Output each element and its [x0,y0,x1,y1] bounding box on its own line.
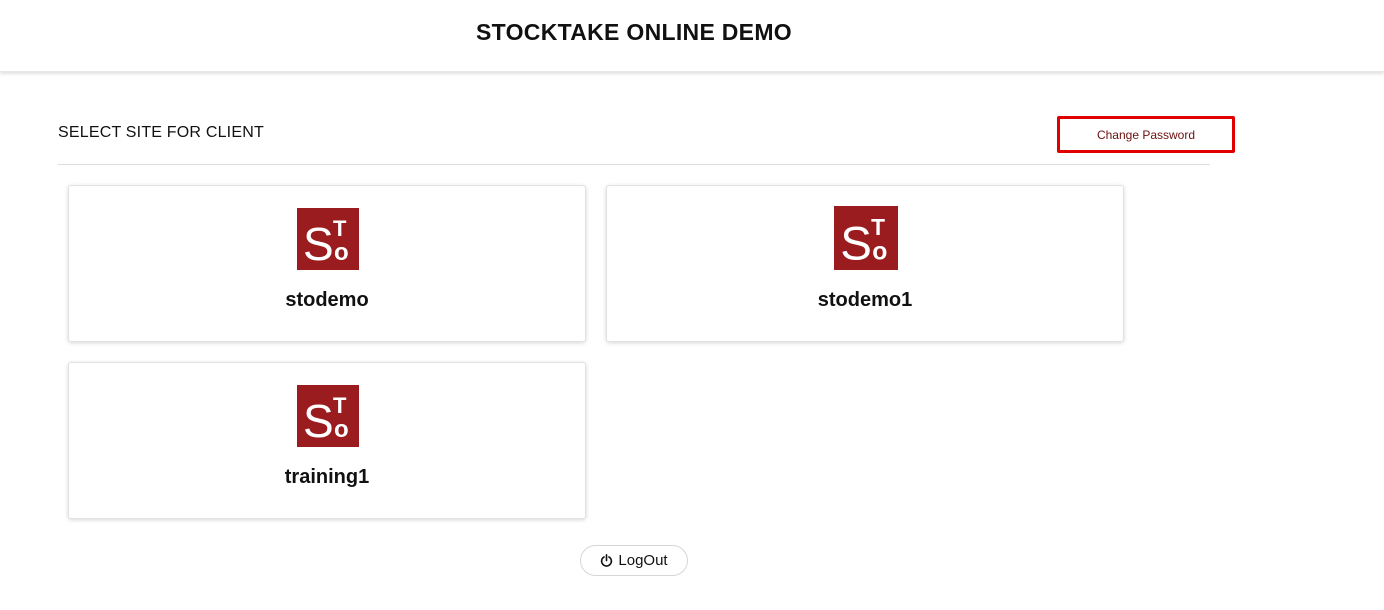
power-icon [600,554,613,567]
site-name: training1 [284,466,370,488]
logo-o: o [334,416,349,443]
change-password-label: Change Password [1096,127,1196,142]
logout-label: LogOut [618,552,668,569]
top-bar: STOCKTAKE ONLINE DEMO [0,0,1384,72]
divider [58,164,1210,165]
change-password-button[interactable]: Change Password [1057,116,1235,153]
logo-s: S [840,218,872,270]
site-card-stodemo[interactable]: S T o stodemo [68,185,586,342]
logout-button[interactable]: LogOut [580,545,688,576]
logo-s: S [303,218,334,270]
site-name: stodemo1 [817,289,913,311]
logo-t: T [333,216,347,241]
logo-o: o [334,239,349,266]
logo-o: o [872,239,887,266]
logo-t: T [871,214,885,240]
stocktake-logo-icon: S T o [297,385,359,447]
logo-s: S [303,395,334,447]
site-card-training1[interactable]: S T o training1 [68,362,586,519]
app-title: STOCKTAKE ONLINE DEMO [476,19,792,45]
stocktake-logo-icon: S T o [834,206,898,270]
site-name: stodemo [285,289,369,311]
site-card-stodemo1[interactable]: S T o stodemo1 [606,185,1124,342]
stocktake-logo-icon: S T o [297,208,359,270]
section-title: SELECT SITE FOR CLIENT [58,124,264,141]
logo-t: T [333,393,347,418]
